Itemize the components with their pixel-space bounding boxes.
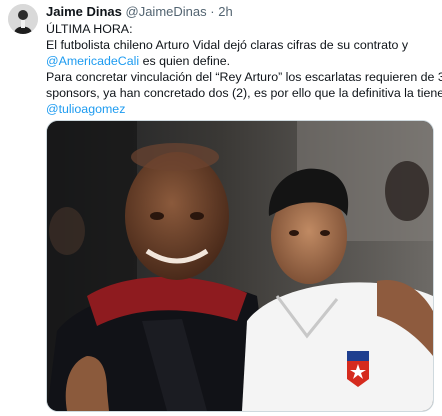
photo-image — [47, 121, 433, 411]
author-avatar[interactable] — [8, 4, 38, 34]
avatar-image — [8, 4, 38, 34]
tweet-text: ÚLTIMA HORA: El futbolista chileno Artur… — [46, 21, 442, 117]
tweet-card[interactable]: Jaime Dinas @JaimeDinas · 2h ÚLTIMA HORA… — [0, 0, 442, 416]
text-line-3: @AmericadeCali es quien define. — [46, 53, 438, 69]
text-line-1: ÚLTIMA HORA: — [46, 22, 133, 36]
author-name[interactable]: Jaime Dinas — [46, 4, 122, 19]
text-line-3-rest: es quien define. — [139, 54, 231, 68]
tweet-timestamp[interactable]: 2h — [218, 4, 232, 19]
text-line-2: El futbolista chileno Arturo Vidal dejó … — [46, 38, 409, 52]
text-line-4: Para concretar vinculación del “Rey Artu… — [46, 70, 442, 84]
mention-americadecali[interactable]: @AmericadeCali — [46, 54, 139, 68]
separator-dot: · — [210, 4, 215, 19]
text-line-6: @tulioagomez — [46, 101, 438, 117]
tweet-header: Jaime Dinas @JaimeDinas · 2h — [46, 4, 233, 20]
author-handle[interactable]: @JaimeDinas — [126, 4, 207, 19]
mention-tulioagomez[interactable]: @tulioagomez — [46, 102, 125, 116]
tweet-photo[interactable] — [46, 120, 434, 412]
text-line-5: sponsors, ya han concretado dos (2), es … — [46, 86, 442, 100]
